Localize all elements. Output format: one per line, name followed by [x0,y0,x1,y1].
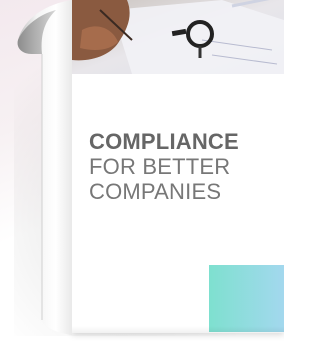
cover-headline: COMPLIANCE FOR BETTER COMPANIES [89,131,279,203]
headline-line-2: FOR BETTER [89,154,231,179]
page-curl [17,0,72,335]
headline-bold: COMPLIANCE [89,129,239,154]
accent-gradient-block [209,265,284,332]
brochure-mockup: COMPLIANCE FOR BETTER COMPANIES [0,0,284,341]
page-bottom-shadow [72,326,284,333]
cover-photo [72,0,284,74]
headline-line-3: COMPANIES [89,179,222,204]
